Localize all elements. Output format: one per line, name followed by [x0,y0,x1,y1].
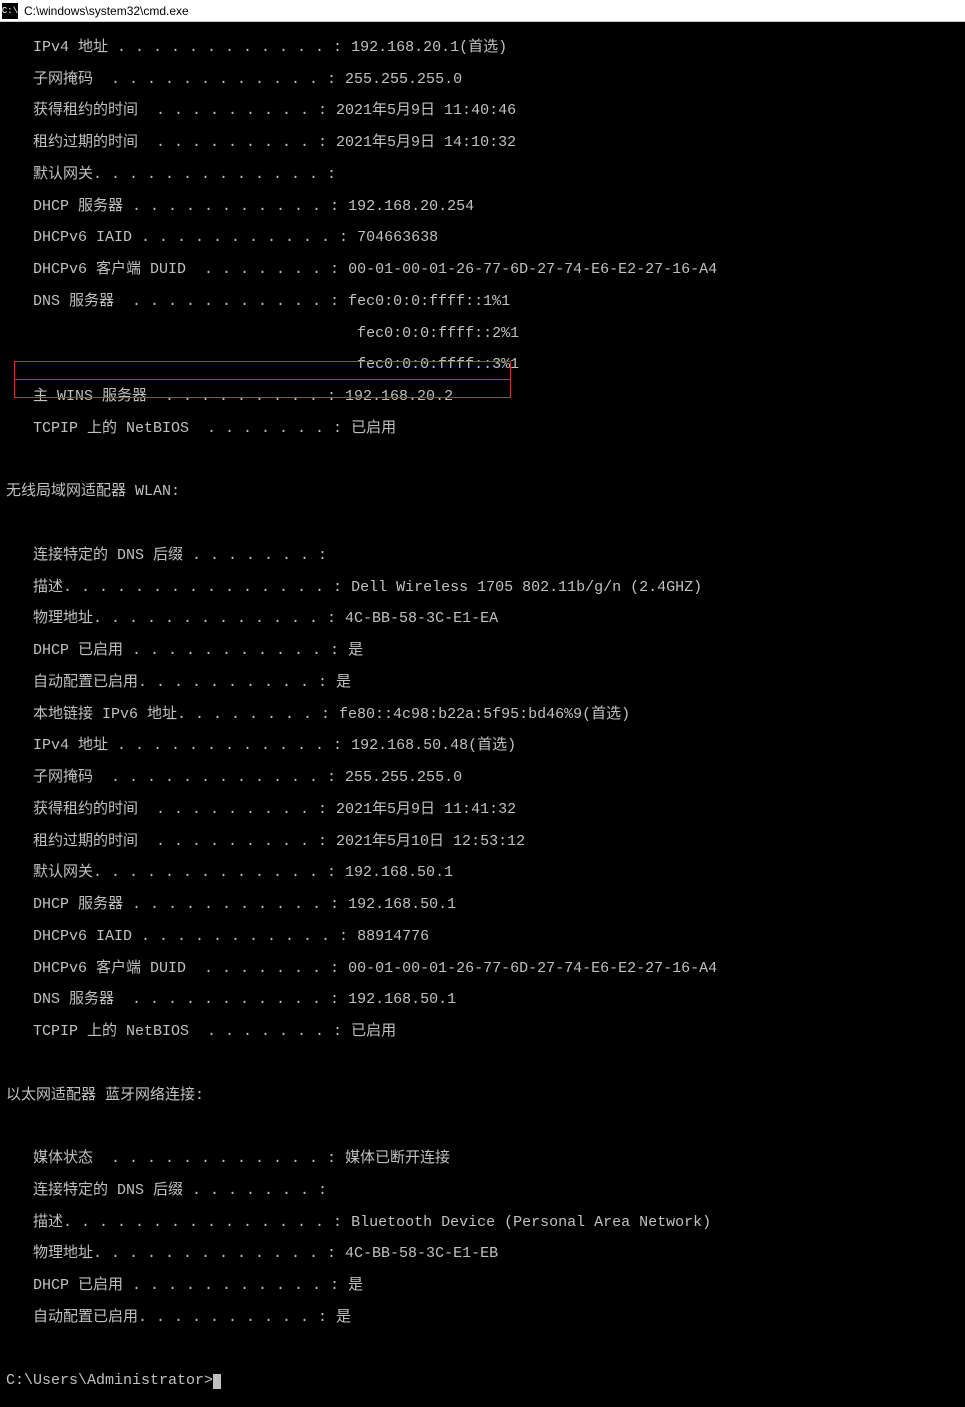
output-line: 本地链接 IPv6 地址. . . . . . . . : fe80::4c98… [6,707,959,723]
output-line: TCPIP 上的 NetBIOS . . . . . . . : 已启用 [6,1024,959,1040]
output-line: DNS 服务器 . . . . . . . . . . . : 192.168.… [6,992,959,1008]
command-prompt[interactable]: C:\Users\Administrator> [6,1373,959,1389]
cmd-icon: C:\ [2,3,18,19]
output-line: 租约过期的时间 . . . . . . . . . : 2021年5月9日 14… [6,135,959,151]
output-line: 自动配置已启用. . . . . . . . . . : 是 [6,675,959,691]
blank-line [6,453,959,469]
output-line: 获得租约的时间 . . . . . . . . . : 2021年5月9日 11… [6,103,959,119]
output-line: fec0:0:0:ffff::3%1 [6,357,959,373]
output-line: IPv4 地址 . . . . . . . . . . . . : 192.16… [6,738,959,754]
output-line: 默认网关. . . . . . . . . . . . . : 192.168.… [6,865,959,881]
blank-line [6,516,959,532]
output-line: DHCPv6 客户端 DUID . . . . . . . : 00-01-00… [6,262,959,278]
output-line: 获得租约的时间 . . . . . . . . . : 2021年5月9日 11… [6,802,959,818]
output-line: 描述. . . . . . . . . . . . . . . : Dell W… [6,580,959,596]
cursor-icon [213,1374,221,1389]
output-line: 连接特定的 DNS 后缀 . . . . . . . : [6,548,959,564]
blank-line [6,1342,959,1358]
output-line: DHCP 服务器 . . . . . . . . . . . : 192.168… [6,199,959,215]
output-line: 媒体状态 . . . . . . . . . . . . : 媒体已断开连接 [6,1151,959,1167]
output-line: 子网掩码 . . . . . . . . . . . . : 255.255.2… [6,72,959,88]
output-line: 物理地址. . . . . . . . . . . . . : 4C-BB-58… [6,611,959,627]
output-line: 主 WINS 服务器 . . . . . . . . . : 192.168.2… [6,389,959,405]
output-line: IPv4 地址 . . . . . . . . . . . . : 192.16… [6,40,959,56]
output-line: DHCP 已启用 . . . . . . . . . . . : 是 [6,1278,959,1294]
output-line: DHCP 服务器 . . . . . . . . . . . : 192.168… [6,897,959,913]
output-line: 自动配置已启用. . . . . . . . . . : 是 [6,1310,959,1326]
output-line: 物理地址. . . . . . . . . . . . . : 4C-BB-58… [6,1246,959,1262]
blank-line [6,1119,959,1135]
output-line: fec0:0:0:ffff::2%1 [6,326,959,342]
output-line: 描述. . . . . . . . . . . . . . . : Blueto… [6,1215,959,1231]
adapter-header-bluetooth: 以太网适配器 蓝牙网络连接: [6,1088,959,1104]
output-line: DNS 服务器 . . . . . . . . . . . : fec0:0:0… [6,294,959,310]
output-line: 租约过期的时间 . . . . . . . . . : 2021年5月10日 1… [6,834,959,850]
output-line: 子网掩码 . . . . . . . . . . . . : 255.255.2… [6,770,959,786]
output-line: DHCPv6 IAID . . . . . . . . . . . : 8891… [6,929,959,945]
terminal-output[interactable]: IPv4 地址 . . . . . . . . . . . . : 192.16… [0,22,965,1407]
blank-line [6,1056,959,1072]
adapter-header-wlan: 无线局域网适配器 WLAN: [6,484,959,500]
output-line: 默认网关. . . . . . . . . . . . . : [6,167,959,183]
output-line: DHCPv6 客户端 DUID . . . . . . . : 00-01-00… [6,961,959,977]
output-line: 连接特定的 DNS 后缀 . . . . . . . : [6,1183,959,1199]
output-line: DHCP 已启用 . . . . . . . . . . . : 是 [6,643,959,659]
window-titlebar[interactable]: C:\ C:\windows\system32\cmd.exe [0,0,965,22]
output-line: DHCPv6 IAID . . . . . . . . . . . : 7046… [6,230,959,246]
window-title: C:\windows\system32\cmd.exe [24,4,189,18]
output-line: TCPIP 上的 NetBIOS . . . . . . . : 已启用 [6,421,959,437]
